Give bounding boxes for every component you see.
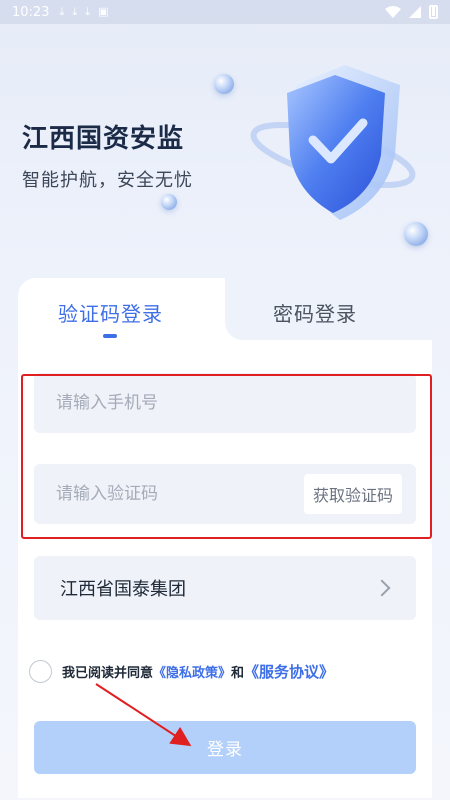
login-card: 验证码登录 密码登录 xyxy=(18,278,432,798)
app-subtitle: 智能护航，安全无忧 xyxy=(22,170,193,191)
organization-select[interactable]: 江西省国泰集团 xyxy=(34,556,416,620)
tab-password-login[interactable]: 密码登录 xyxy=(273,298,357,327)
signal-icon xyxy=(409,6,421,18)
status-time: 10:23 xyxy=(12,4,50,20)
battery-icon xyxy=(429,5,438,19)
phone-field[interactable] xyxy=(34,373,416,433)
login-button[interactable]: 登录 xyxy=(34,721,416,774)
agreement-checkbox[interactable] xyxy=(29,660,52,683)
chevron-right-icon xyxy=(373,579,391,597)
phone-input[interactable] xyxy=(56,393,394,413)
notification-icons: ⤓ ⤓ ⤓ ▣ xyxy=(59,5,108,19)
status-bar: 10:23 ⤓ ⤓ ⤓ ▣ xyxy=(0,0,450,24)
image-icon: ▣ xyxy=(98,5,109,18)
organization-value: 江西省国泰集团 xyxy=(60,579,186,600)
wifi-icon xyxy=(385,6,401,18)
agreement-prefix: 我已阅读并同意 xyxy=(62,666,154,681)
agreement-row: 我已阅读并同意 《隐私政策》 和 《服务协议》 xyxy=(29,660,334,683)
agreement-conjunction: 和 xyxy=(231,666,245,681)
service-agreement-link[interactable]: 《服务协议》 xyxy=(244,661,334,682)
download-icon: ⤓ xyxy=(72,5,78,18)
decorative-bubble xyxy=(161,194,177,210)
download-icon: ⤓ xyxy=(59,5,65,18)
tab-sms-login[interactable]: 验证码登录 xyxy=(58,298,163,327)
privacy-policy-link[interactable]: 《隐私政策》 xyxy=(153,662,231,681)
code-field[interactable]: 获取验证码 xyxy=(34,464,416,524)
get-code-button[interactable]: 获取验证码 xyxy=(303,474,402,514)
shield-illustration xyxy=(245,55,425,235)
download-icon: ⤓ xyxy=(85,5,91,18)
active-tab-indicator xyxy=(103,334,117,338)
code-input[interactable] xyxy=(56,484,304,504)
decorative-bubble xyxy=(214,74,234,94)
system-icons xyxy=(385,5,438,19)
app-title: 江西国资安监 xyxy=(22,124,185,154)
